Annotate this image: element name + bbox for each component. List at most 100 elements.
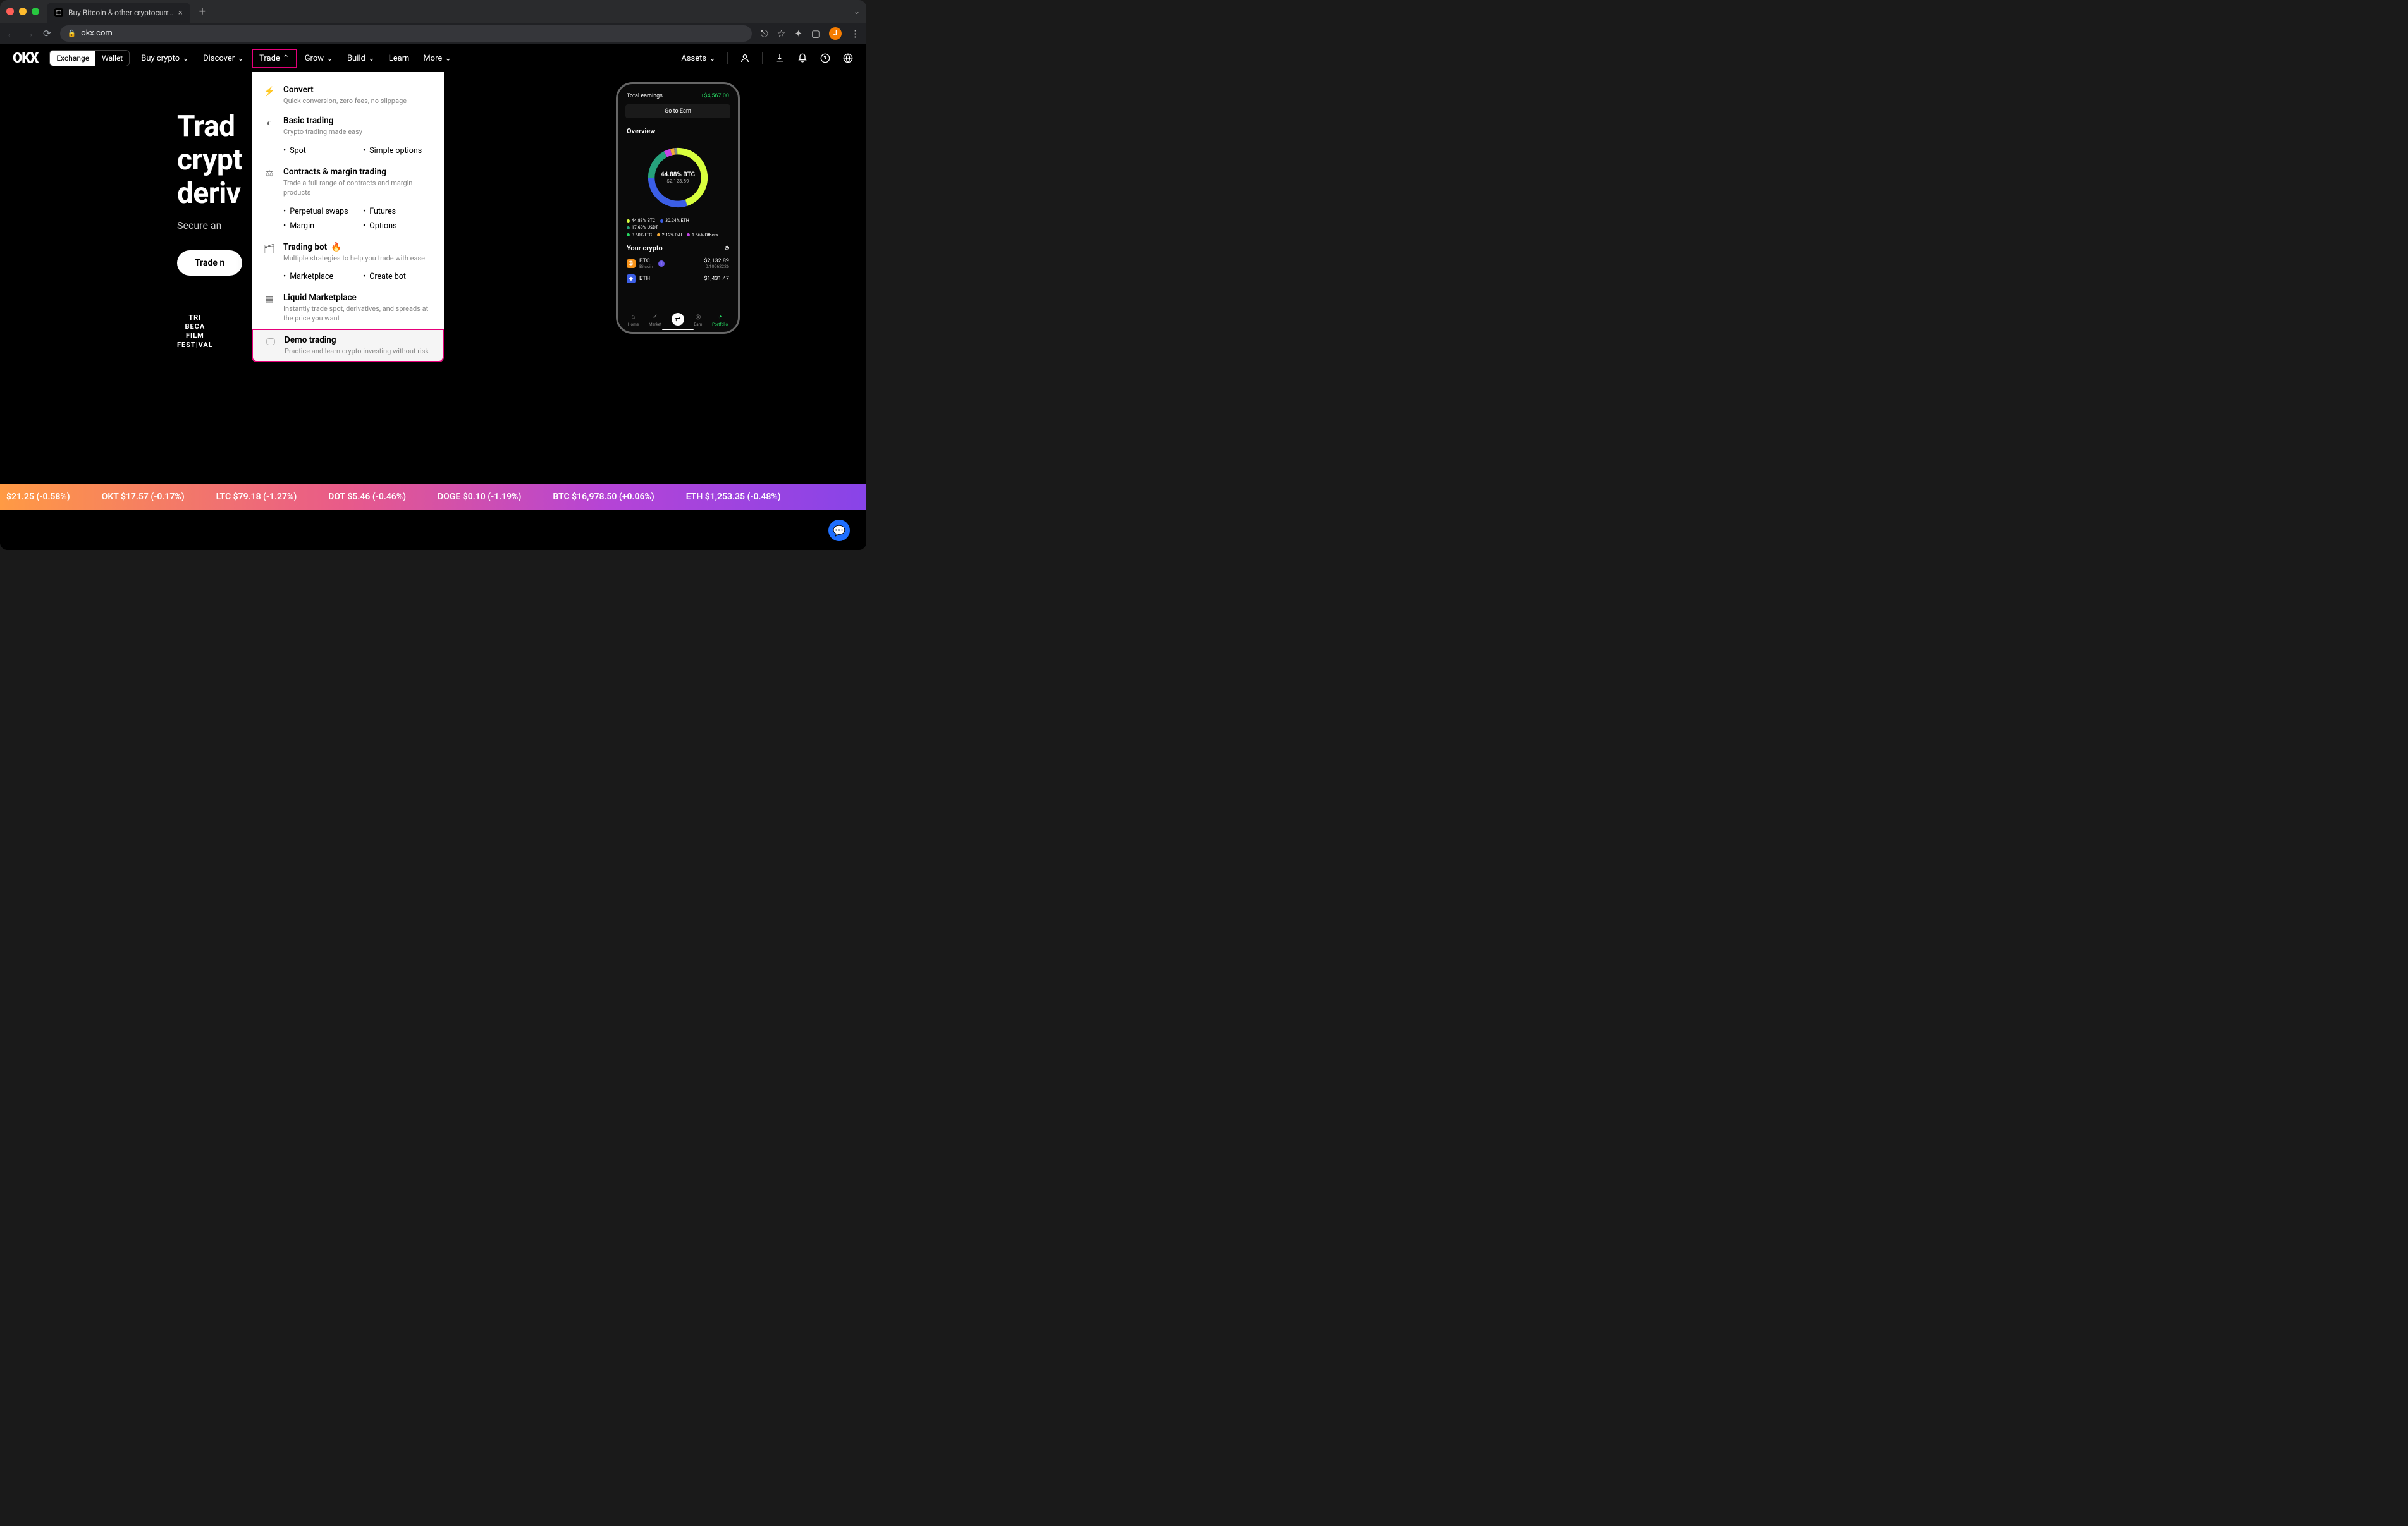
phone-nav-earn[interactable]: ◎Earn xyxy=(694,313,702,327)
browser-titlebar: ⬚ Buy Bitcoin & other cryptocurr… × + ⌄ xyxy=(0,0,866,23)
your-crypto-title: Your crypto xyxy=(627,244,663,253)
phone-nav-portfolio[interactable]: ◔Portfolio xyxy=(712,313,728,327)
new-tab-button[interactable]: + xyxy=(199,5,206,18)
dropdown-margin[interactable]: Margin xyxy=(283,221,353,231)
dropdown-create-bot[interactable]: Create bot xyxy=(363,272,433,281)
browser-addressbar: ← → ⟳ 🔒 okx.com ⎋ ☆ ✦ ▢ J ⋮ xyxy=(0,23,866,44)
ticker-item[interactable]: LTC $79.18 (-1.27%) xyxy=(216,492,297,502)
nav-forward-icon[interactable]: → xyxy=(25,28,34,39)
traffic-lights xyxy=(6,8,39,15)
trade-now-button[interactable]: Trade n xyxy=(177,250,242,276)
swap-icon: ⇄ xyxy=(672,313,684,326)
tabs-overflow-icon[interactable]: ⌄ xyxy=(854,7,860,16)
portfolio-legend: 44.88% BTC 30.24% ETH 17.60% USDT 3.60% … xyxy=(623,217,733,239)
window-close[interactable] xyxy=(6,8,14,15)
dropdown-demo-trading[interactable]: 🖵 Demo trading Practice and learn crypto… xyxy=(252,329,444,362)
help-icon[interactable] xyxy=(820,52,831,64)
user-icon[interactable] xyxy=(739,52,751,64)
basic-trading-icon: ◐ xyxy=(263,116,276,129)
window-maximize[interactable] xyxy=(32,8,39,15)
chevron-down-icon: ⌄ xyxy=(182,54,189,63)
nav-assets[interactable]: Assets ⌄ xyxy=(681,54,716,63)
chevron-down-icon: ⌄ xyxy=(709,54,716,63)
window-minimize[interactable] xyxy=(19,8,27,15)
nav-discover[interactable]: Discover ⌄ xyxy=(203,54,244,63)
chevron-down-icon: ⌄ xyxy=(326,54,333,63)
mode-toggle: Exchange Wallet xyxy=(49,50,130,66)
toggle-wallet[interactable]: Wallet xyxy=(95,51,129,66)
nav-back-icon[interactable]: ← xyxy=(6,28,16,39)
dropdown-futures[interactable]: Futures xyxy=(363,207,433,216)
ticker-item[interactable]: ETH $1,253.35 (-0.48%) xyxy=(686,492,781,502)
home-icon: ⌂ xyxy=(630,313,637,320)
dropdown-marketplace[interactable]: Marketplace xyxy=(283,272,353,281)
menu-icon[interactable]: ⋮ xyxy=(851,28,860,39)
nav-learn[interactable]: Learn xyxy=(389,54,410,63)
ticker-item[interactable]: BTC $16,978.50 (+0.06%) xyxy=(553,492,654,502)
ticker-item[interactable]: DOGE $0.10 (-1.19%) xyxy=(438,492,521,502)
toggle-exchange[interactable]: Exchange xyxy=(50,51,95,66)
url-text: okx.com xyxy=(81,28,113,38)
portfolio-donut: 44.88% BTC $2,123.89 xyxy=(643,143,713,212)
phone-bottom-nav: ⌂Home ✓Market ⇄ ◎Earn ◔Portfolio xyxy=(623,313,733,327)
dropdown-perpetual-swaps[interactable]: Perpetual swaps xyxy=(283,207,353,216)
portfolio-icon: ◔ xyxy=(716,313,724,320)
phone-mockup: Total earnings +$4,567.00 Go to Earn Ove… xyxy=(616,82,740,334)
chevron-down-icon: ⌄ xyxy=(445,54,452,63)
download-icon[interactable] xyxy=(774,52,785,64)
globe-icon[interactable] xyxy=(842,52,854,64)
browser-tab[interactable]: ⬚ Buy Bitcoin & other cryptocurr… × xyxy=(47,3,190,23)
go-to-earn-button[interactable]: Go to Earn xyxy=(625,104,730,118)
profile-avatar[interactable]: J xyxy=(829,27,842,40)
nav-buy-crypto[interactable]: Buy crypto ⌄ xyxy=(141,54,189,63)
dropdown-options[interactable]: Options xyxy=(363,221,433,231)
phone-home-indicator xyxy=(662,329,694,330)
panel-icon[interactable]: ▢ xyxy=(811,28,820,39)
phone-nav-home[interactable]: ⌂Home xyxy=(628,313,639,327)
btc-icon: ₿ xyxy=(627,259,636,268)
share-icon[interactable]: ⎋ xyxy=(761,28,768,39)
nav-build[interactable]: Build ⌄ xyxy=(347,54,375,63)
lock-icon: 🔒 xyxy=(68,29,77,37)
nav-more[interactable]: More ⌄ xyxy=(423,54,452,63)
ticker-item[interactable]: OKT $17.57 (-0.17%) xyxy=(102,492,185,502)
chevron-up-icon: ⌃ xyxy=(283,54,290,63)
dropdown-trading-bot[interactable]: 🗂 Trading bot 🔥 Multiple strategies to h… xyxy=(252,237,444,268)
earnings-value: +$4,567.00 xyxy=(701,93,729,99)
nav-trade[interactable]: Trade ⌃ xyxy=(252,49,297,68)
chevron-down-icon: ⌄ xyxy=(237,54,244,63)
dropdown-convert[interactable]: ⚡ Convert Quick conversion, zero fees, n… xyxy=(252,80,444,111)
nav-grow[interactable]: Grow ⌄ xyxy=(305,54,333,63)
coin-row-eth[interactable]: ◆ ETH $1,431.47 xyxy=(623,272,733,286)
dropdown-liquid-marketplace[interactable]: ▦ Liquid Marketplace Instantly trade spo… xyxy=(252,288,444,329)
nav-reload-icon[interactable]: ⟳ xyxy=(43,28,51,39)
phone-nav-trade[interactable]: ⇄ xyxy=(672,313,684,327)
ticker-item[interactable]: DOT $5.46 (-0.46%) xyxy=(328,492,406,502)
coin-row-btc[interactable]: ₿ BTC Bitcoin 1 $2,132.89 0.10062226 xyxy=(623,255,733,272)
extensions-icon[interactable]: ✦ xyxy=(794,28,802,39)
bell-icon[interactable] xyxy=(797,52,808,64)
dropdown-basic-trading[interactable]: ◐ Basic trading Crypto trading made easy xyxy=(252,111,444,142)
tab-close-icon[interactable]: × xyxy=(178,8,183,18)
chat-button[interactable]: 💬 xyxy=(828,520,850,541)
dropdown-contracts[interactable]: ⚖ Contracts & margin trading Trade a ful… xyxy=(252,162,444,203)
okx-logo[interactable]: OKX xyxy=(13,51,38,66)
badge: 1 xyxy=(658,260,665,267)
scan-icon[interactable]: ⌾ xyxy=(725,244,729,253)
ticker-item[interactable]: $21.25 (-0.58%) xyxy=(6,492,70,502)
phone-nav-market[interactable]: ✓Market xyxy=(649,313,661,327)
url-field[interactable]: 🔒 okx.com xyxy=(60,25,752,42)
main-nav: Buy crypto ⌄ Discover ⌄ Trade ⌃ Grow ⌄ B… xyxy=(141,52,452,64)
fire-icon: 🔥 xyxy=(331,242,341,252)
divider xyxy=(762,52,763,64)
chevron-down-icon: ⌄ xyxy=(368,54,375,63)
dropdown-spot[interactable]: Spot xyxy=(283,146,353,156)
market-icon: ✓ xyxy=(651,313,659,320)
price-ticker: $21.25 (-0.58%) OKT $17.57 (-0.17%) LTC … xyxy=(0,484,866,510)
divider xyxy=(727,52,728,64)
bot-icon: 🗂 xyxy=(263,243,276,255)
dropdown-simple-options[interactable]: Simple options xyxy=(363,146,433,156)
site-header: OKX Exchange Wallet Buy crypto ⌄ Discove… xyxy=(0,44,866,72)
bookmark-icon[interactable]: ☆ xyxy=(777,28,785,39)
demo-icon: 🖵 xyxy=(264,336,277,348)
